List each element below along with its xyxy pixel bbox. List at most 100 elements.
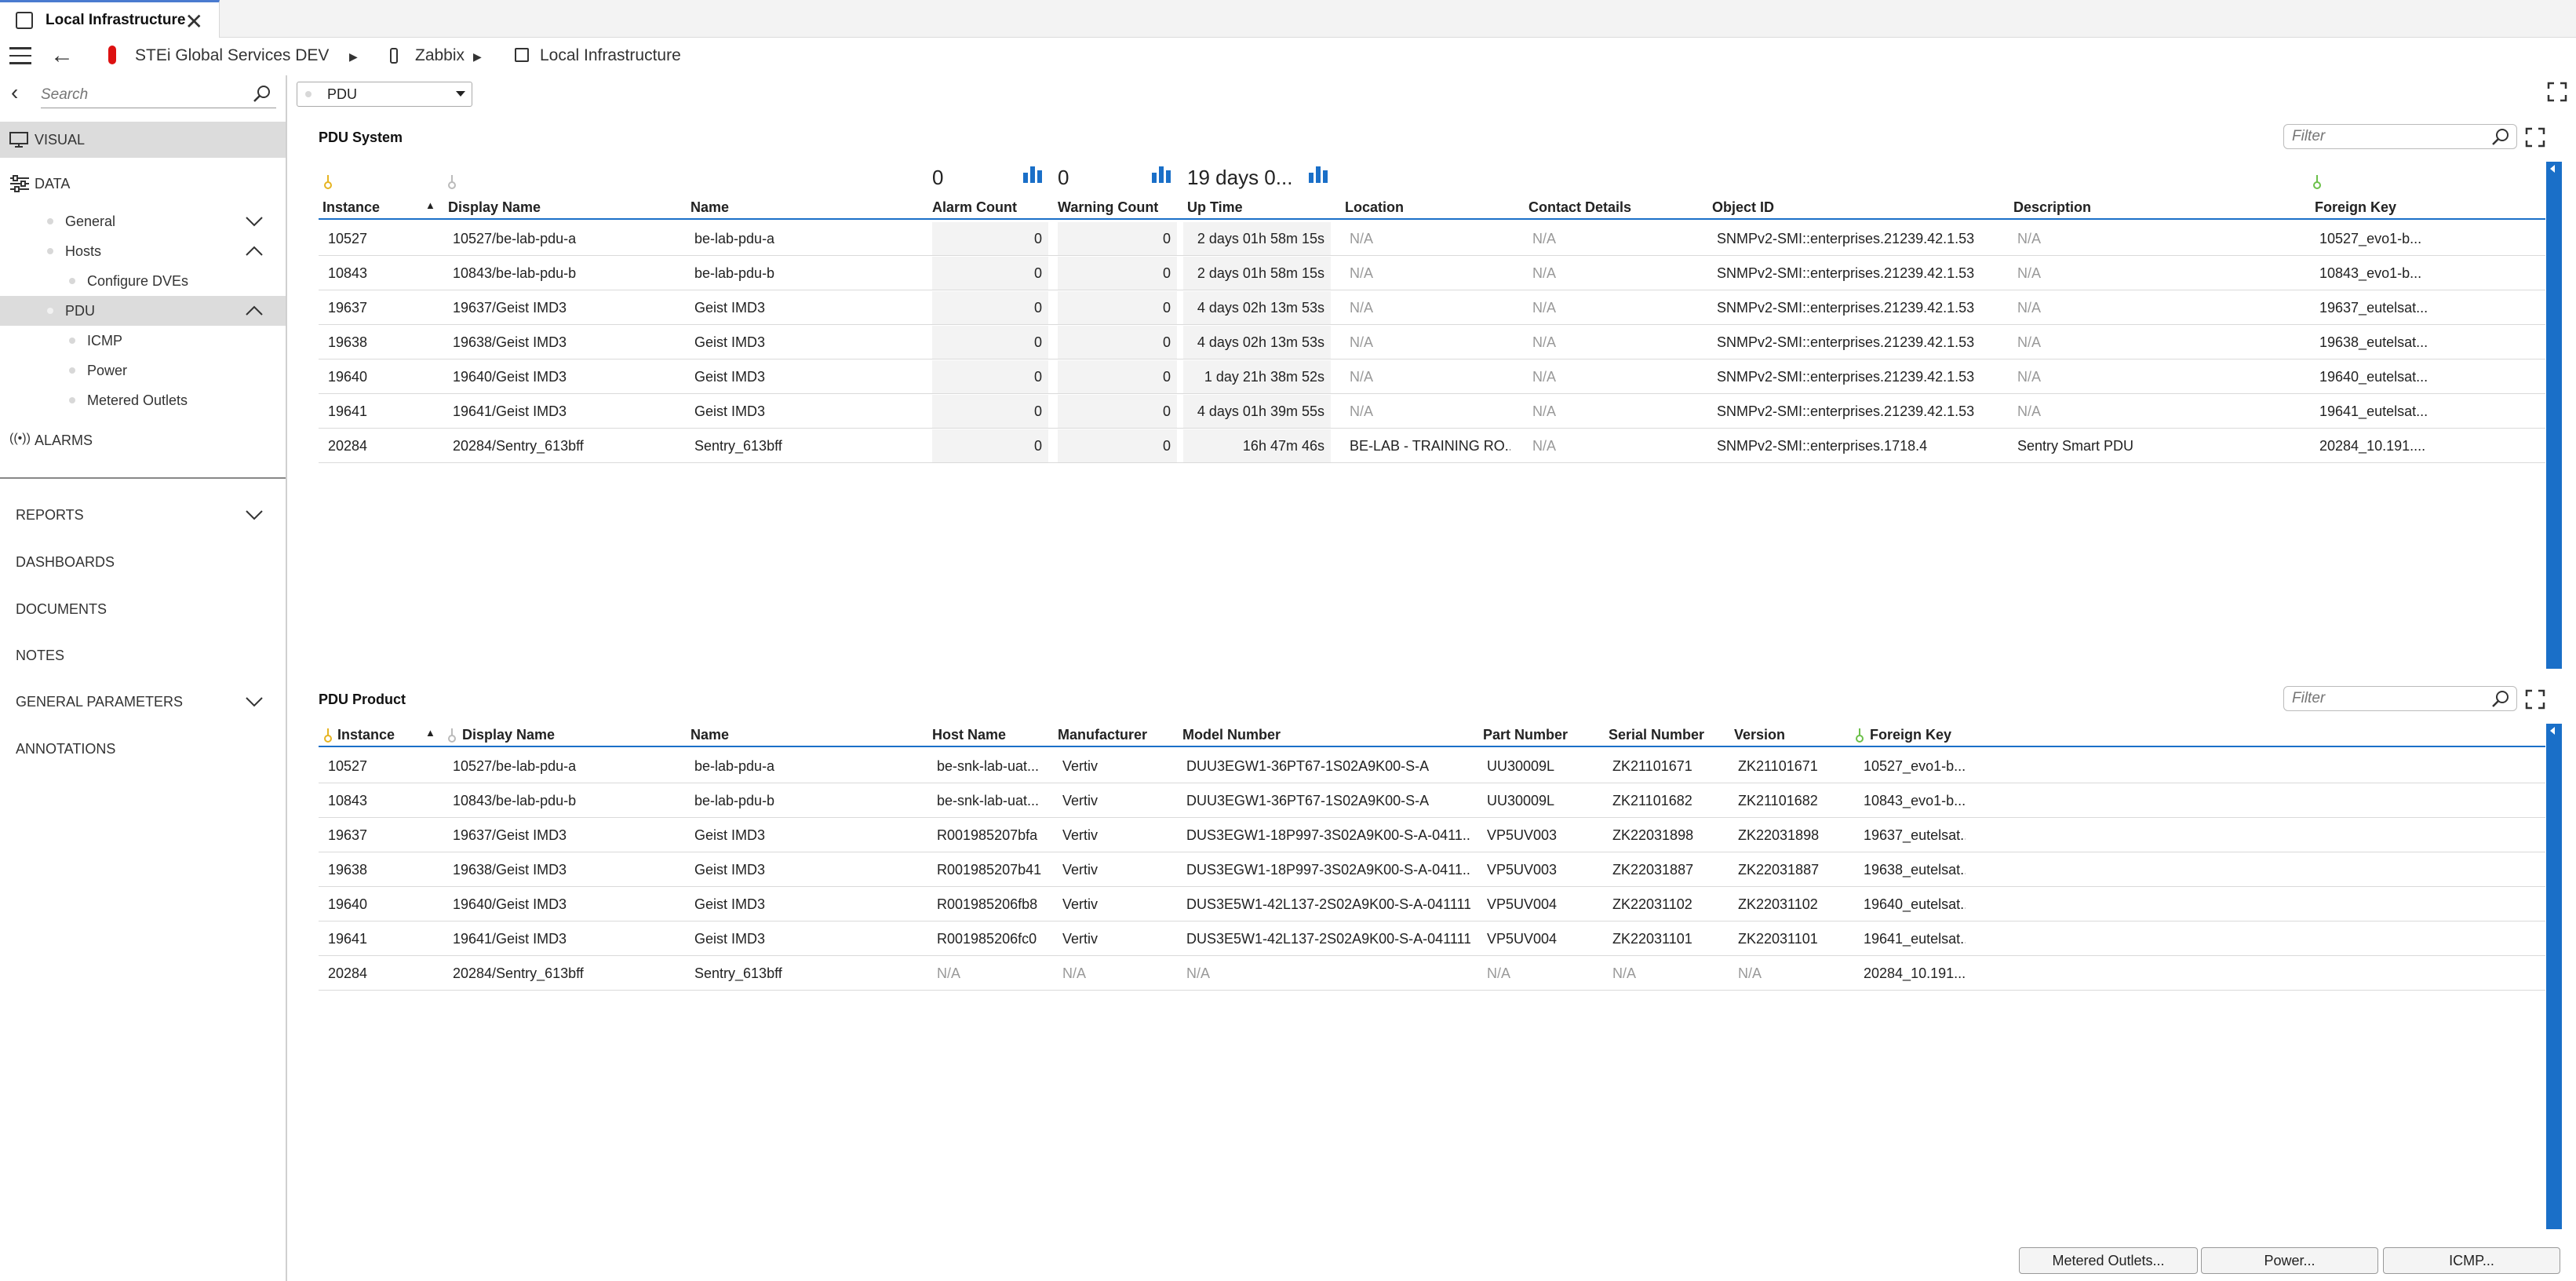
cell-foreign-key: 20284_10.191.... xyxy=(2319,438,2426,454)
search-icon[interactable] xyxy=(253,85,271,104)
sidebar-item-hosts[interactable]: Hosts xyxy=(0,236,286,266)
sidebar-search[interactable] xyxy=(41,83,276,108)
cell-manufacturer: Vertiv xyxy=(1062,793,1099,808)
sidebar-item-data[interactable]: DATA xyxy=(0,169,286,199)
bar-chart-icon[interactable] xyxy=(1308,166,1328,183)
column-header-alarm-count[interactable]: Alarm Count xyxy=(932,199,1017,216)
search-input[interactable] xyxy=(41,83,245,107)
breadcrumb-item-0[interactable]: STEi Global Services DEV xyxy=(135,46,329,65)
column-header-part-number[interactable]: Part Number xyxy=(1483,727,1568,743)
sidebar-item-notes[interactable]: NOTES xyxy=(0,640,286,670)
column-header-instance[interactable]: Instance xyxy=(337,727,395,743)
sidebar-item-metered-outlets[interactable]: Metered Outlets xyxy=(0,385,286,415)
search-icon[interactable] xyxy=(2491,690,2510,709)
sidebar-item-icmp[interactable]: ICMP xyxy=(0,326,286,356)
table-row: 19641 19641/Geist IMD3 Geist IMD3 0 0 4 days … xyxy=(319,395,2545,429)
column-header-name[interactable]: Name xyxy=(690,199,729,216)
column-header-description[interactable]: Description xyxy=(2013,199,2091,216)
bar-chart-icon[interactable] xyxy=(1151,166,1171,183)
view-select[interactable]: PDU xyxy=(297,82,472,107)
sidebar-item-dashboards[interactable]: DASHBOARDS xyxy=(0,547,286,577)
cell-contact-details: N/A xyxy=(1532,369,1557,385)
cell-up-time: 1 day 21h 38m 52s xyxy=(1204,369,1324,385)
sort-ascending-icon[interactable]: ▲ xyxy=(425,199,435,211)
sidebar-item-general-parameters[interactable]: GENERAL PARAMETERS xyxy=(0,687,286,717)
filter-input[interactable] xyxy=(2292,128,2480,145)
column-header-display-name[interactable]: Display Name xyxy=(462,727,555,743)
cell-instance: 19641 xyxy=(328,931,368,947)
expand-icon[interactable] xyxy=(2525,127,2545,148)
column-header-version[interactable]: Version xyxy=(1734,727,1785,743)
sidebar-item-visual[interactable]: VISUAL xyxy=(0,122,286,158)
chevron-up-icon[interactable] xyxy=(245,246,264,257)
table-row: 19638 19638/Geist IMD3 Geist IMD3 0 0 4 days … xyxy=(319,326,2545,359)
hamburger-icon[interactable] xyxy=(9,47,31,64)
cell-manufacturer: N/A xyxy=(1062,965,1087,981)
column-header-foreign-key[interactable]: Foreign Key xyxy=(2315,199,2396,216)
column-header-display-name[interactable]: Display Name xyxy=(448,199,541,216)
column-header-location[interactable]: Location xyxy=(1345,199,1404,216)
section-title: PDU Product xyxy=(319,692,406,707)
brand-icon xyxy=(108,46,116,64)
sidebar-item-alarms[interactable]: ((•)) ALARMS xyxy=(0,425,286,455)
sidebar-item-documents[interactable]: DOCUMENTS xyxy=(0,594,286,624)
scrollbar[interactable] xyxy=(2546,724,2562,1229)
cell-description: N/A xyxy=(2017,300,2042,316)
sidebar-item-annotations[interactable]: ANNOTATIONS xyxy=(0,734,286,764)
power-button[interactable]: Power... xyxy=(2201,1247,2378,1274)
filter-box[interactable] xyxy=(2283,686,2517,711)
sidebar-item-power[interactable]: Power xyxy=(0,356,286,385)
close-icon[interactable]: ✕ xyxy=(185,9,203,35)
column-header-manufacturer[interactable]: Manufacturer xyxy=(1058,727,1147,743)
table-row: 10527 10527/be-lab-pdu-a be-lab-pdu-a be-sn… xyxy=(319,750,2545,783)
column-header-up-time[interactable]: Up Time xyxy=(1187,199,1243,216)
cell-part-number: UU30009L xyxy=(1487,793,1555,808)
cell-instance: 10843 xyxy=(328,265,368,281)
scrollbar[interactable] xyxy=(2546,162,2562,669)
sidebar-item-pdu[interactable]: PDU xyxy=(0,296,286,326)
cell-name: Sentry_613bff xyxy=(694,965,782,981)
expand-icon[interactable] xyxy=(2547,82,2567,102)
key-icon xyxy=(2313,175,2321,189)
window-tab[interactable]: Local Infrastructure ✕ xyxy=(0,0,220,38)
breadcrumb-item-2[interactable]: Local Infrastructure xyxy=(540,46,681,65)
cell-host-name: R001985207b41 xyxy=(937,862,1042,878)
back-arrow-icon[interactable]: ← xyxy=(50,42,74,69)
select-dot xyxy=(305,91,312,97)
column-header-instance[interactable]: Instance xyxy=(322,199,380,216)
metered-outlets-button[interactable]: Metered Outlets... xyxy=(2019,1247,2198,1274)
column-header-serial-number[interactable]: Serial Number xyxy=(1609,727,1704,743)
chevron-down-icon[interactable] xyxy=(245,509,264,520)
scroll-arrow-icon[interactable] xyxy=(2550,727,2555,735)
collapse-sidebar-icon[interactable]: ‹ xyxy=(11,80,18,105)
search-icon[interactable] xyxy=(2491,128,2510,147)
expand-icon[interactable] xyxy=(2525,689,2545,710)
sidebar-item-general[interactable]: General xyxy=(0,206,286,236)
chevron-down-icon[interactable] xyxy=(245,696,264,707)
filter-input[interactable] xyxy=(2292,690,2480,707)
column-header-object-id[interactable]: Object ID xyxy=(1712,199,1774,216)
sort-ascending-icon[interactable]: ▲ xyxy=(425,727,435,739)
column-header-warning-count[interactable]: Warning Count xyxy=(1058,199,1158,216)
cell-object-id: SNMPv2-SMI::enterprises.21239.42.1.53 xyxy=(1717,369,1975,385)
column-header-model-number[interactable]: Model Number xyxy=(1182,727,1281,743)
cell-part-number: VP5UV003 xyxy=(1487,862,1558,878)
cell-display-name: 10843/be-lab-pdu-b xyxy=(453,265,577,281)
chevron-down-icon[interactable] xyxy=(245,216,264,227)
cell-display-name: 10527/be-lab-pdu-a xyxy=(453,231,577,246)
sidebar-item-configure-dves[interactable]: Configure DVEs xyxy=(0,266,286,296)
icmp-button[interactable]: ICMP... xyxy=(2383,1247,2560,1274)
column-header-host-name[interactable]: Host Name xyxy=(932,727,1006,743)
chevron-up-icon[interactable] xyxy=(245,305,264,316)
scroll-arrow-icon[interactable] xyxy=(2550,165,2555,173)
cell-warning-count: 0 xyxy=(1162,334,1171,350)
sidebar-item-label: ALARMS xyxy=(35,432,93,448)
filter-box[interactable] xyxy=(2283,124,2517,149)
bar-chart-icon[interactable] xyxy=(1022,166,1043,183)
cell-contact-details: N/A xyxy=(1532,403,1557,419)
breadcrumb-item-1[interactable]: Zabbix xyxy=(415,46,465,65)
column-header-name[interactable]: Name xyxy=(690,727,729,743)
column-header-foreign-key[interactable]: Foreign Key xyxy=(1870,727,1951,743)
column-header-contact-details[interactable]: Contact Details xyxy=(1528,199,1631,216)
sidebar-item-reports[interactable]: REPORTS xyxy=(0,500,286,530)
